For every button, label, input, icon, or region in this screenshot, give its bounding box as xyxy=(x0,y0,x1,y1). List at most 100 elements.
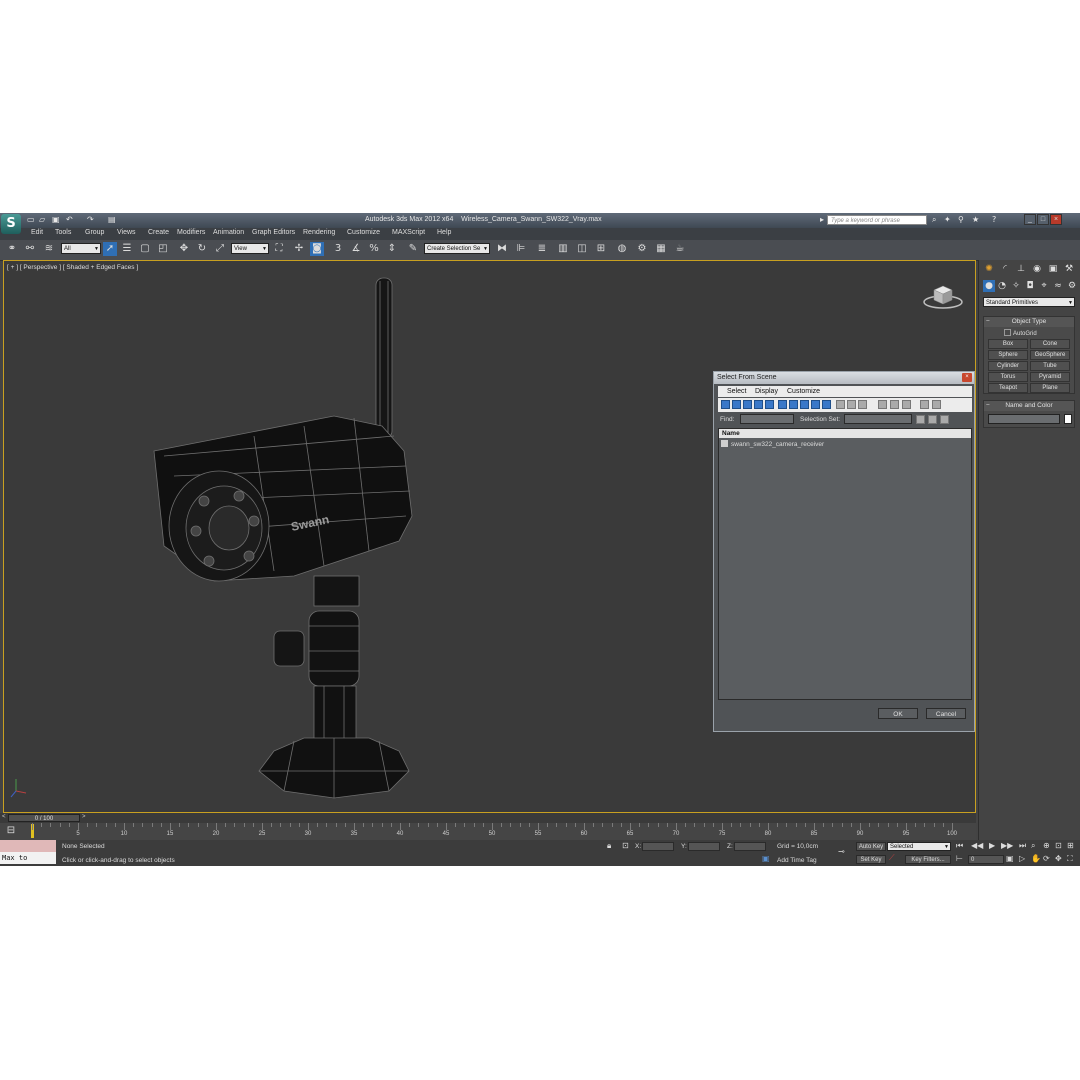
menu-edit[interactable]: Edit xyxy=(31,229,43,236)
z-coordinate-field[interactable] xyxy=(734,842,766,851)
menu-create[interactable]: Create xyxy=(148,229,169,236)
current-frame-field[interactable]: 0 xyxy=(968,855,1004,864)
keyboard-shortcut-override-icon[interactable]: ◙ xyxy=(310,242,324,256)
play-icon[interactable]: ▶ xyxy=(989,841,995,850)
unlink-icon[interactable]: ⚯ xyxy=(23,242,37,256)
save-file-icon[interactable]: ▣ xyxy=(52,215,60,225)
display-geometry-icon[interactable] xyxy=(721,400,730,409)
help-icon[interactable]: ? xyxy=(992,215,996,224)
display-frozen-icon[interactable] xyxy=(836,400,845,409)
expand-arrow-icon[interactable]: ▸ xyxy=(820,215,824,224)
object-color-swatch[interactable] xyxy=(1064,414,1072,424)
select-all-icon[interactable] xyxy=(878,400,887,409)
camera-wireframe-model[interactable]: Swann xyxy=(144,276,444,816)
name-column-header[interactable]: Name xyxy=(719,429,971,438)
add-time-tag[interactable]: Add Time Tag xyxy=(777,857,817,864)
create-tab-icon[interactable]: ✺ xyxy=(983,263,995,275)
select-object-icon[interactable]: ➚ xyxy=(103,242,117,256)
menu-group[interactable]: Group xyxy=(85,229,104,236)
favorites-star-icon[interactable]: ★ xyxy=(972,215,979,224)
selection-set-remove-icon[interactable] xyxy=(940,415,949,424)
render-production-icon[interactable]: ☕ xyxy=(673,242,687,256)
display-groups-icon[interactable] xyxy=(789,400,798,409)
mini-curve-editor-icon[interactable]: ⊟ xyxy=(4,824,18,838)
menu-maxscript[interactable]: MAXScript xyxy=(392,229,425,236)
helpers-icon[interactable]: ⌖ xyxy=(1038,280,1050,292)
selection-set-add-icon[interactable] xyxy=(928,415,937,424)
ok-button[interactable]: OK xyxy=(878,708,918,719)
time-slider-next-icon[interactable]: > xyxy=(82,814,86,820)
geometry-icon[interactable]: ● xyxy=(983,280,995,292)
cylinder-button[interactable]: Cylinder xyxy=(988,361,1028,371)
display-hidden-icon[interactable] xyxy=(847,400,856,409)
perspective-viewport[interactable]: [ + ] [ Perspective ] [ Shaded + Edged F… xyxy=(3,260,976,813)
pyramid-button[interactable]: Pyramid xyxy=(1030,372,1070,382)
open-file-icon[interactable]: ▱ xyxy=(39,215,45,225)
subscription-icon[interactable]: ✦ xyxy=(944,215,951,224)
menu-help[interactable]: Help xyxy=(437,229,451,236)
selection-lock-icon[interactable]: 🔒︎ xyxy=(607,841,611,851)
cone-button[interactable]: Cone xyxy=(1030,339,1070,349)
viewport-label[interactable]: [ + ] [ Perspective ] [ Shaded + Edged F… xyxy=(7,264,138,271)
selection-filter-dropdown[interactable]: All xyxy=(61,243,101,255)
display-all-icon[interactable] xyxy=(858,400,867,409)
select-and-move-icon[interactable]: ✥ xyxy=(177,242,191,256)
time-tag-icon[interactable]: ▣ xyxy=(762,854,770,863)
select-by-name-icon[interactable]: ☰ xyxy=(120,242,134,256)
shapes-icon[interactable]: ◔ xyxy=(996,280,1008,292)
align-icon[interactable]: ⊫ xyxy=(514,242,528,256)
auto-key-button[interactable]: Auto Key xyxy=(856,842,886,851)
select-manipulate-icon[interactable]: ✢ xyxy=(292,242,306,256)
key-filters-button[interactable]: Key Filters... xyxy=(905,855,951,864)
display-cameras-icon[interactable] xyxy=(754,400,763,409)
object-name-input[interactable] xyxy=(988,414,1060,424)
new-file-icon[interactable]: ▭ xyxy=(27,215,35,225)
key-mode-toggle-icon[interactable]: ⊢ xyxy=(956,854,963,863)
select-none-icon[interactable] xyxy=(890,400,899,409)
snaps-toggle-icon[interactable]: 3 xyxy=(331,242,345,256)
display-bones-icon[interactable] xyxy=(811,400,820,409)
pivot-center-icon[interactable]: ⛶ xyxy=(272,242,286,256)
orbit-icon[interactable]: ⟳ xyxy=(1043,854,1050,863)
object-type-header[interactable]: Object Type xyxy=(984,317,1074,327)
previous-frame-icon[interactable]: ◀◀ xyxy=(971,841,983,850)
display-tab-icon[interactable]: ▣ xyxy=(1047,263,1059,275)
maxscript-listener-input[interactable] xyxy=(0,840,56,852)
absolute-mode-icon[interactable]: ⊡ xyxy=(622,841,629,850)
sync-selection-icon[interactable] xyxy=(920,400,929,409)
redo-icon[interactable]: ↷ xyxy=(87,215,94,225)
bind-space-warp-icon[interactable]: ≋ xyxy=(42,242,56,256)
menu-modifiers[interactable]: Modifiers xyxy=(177,229,205,236)
dialog-menu-display[interactable]: Display xyxy=(755,388,778,395)
time-configuration-icon[interactable]: ▣ xyxy=(1006,854,1014,863)
modify-tab-icon[interactable]: ◜ xyxy=(999,263,1011,275)
space-warps-icon[interactable]: ≈ xyxy=(1052,280,1064,292)
communication-icon[interactable]: ⚲ xyxy=(958,215,964,224)
time-slider-prev-icon[interactable]: < xyxy=(2,814,6,820)
find-input[interactable] xyxy=(740,414,794,424)
go-to-end-icon[interactable]: ⏭ xyxy=(1019,841,1026,851)
minimize-button[interactable]: _ xyxy=(1024,214,1036,225)
time-slider[interactable]: < 0 / 100 > xyxy=(0,813,976,823)
display-lights-icon[interactable] xyxy=(743,400,752,409)
display-shapes-icon[interactable] xyxy=(732,400,741,409)
pan-view-icon[interactable]: ✋ xyxy=(1031,854,1041,863)
spinner-snap-icon[interactable]: ⇕ xyxy=(385,242,399,256)
y-coordinate-field[interactable] xyxy=(688,842,720,851)
reference-coordinate-dropdown[interactable]: View xyxy=(231,243,269,255)
geosphere-button[interactable]: GeoSphere xyxy=(1030,350,1070,360)
menu-tools[interactable]: Tools xyxy=(55,229,71,236)
edit-named-selection-icon[interactable]: ✎ xyxy=(406,242,420,256)
scene-object-list[interactable]: Name swann_sw322_camera_receiver xyxy=(718,428,972,700)
rendered-frame-window-icon[interactable]: ▦ xyxy=(654,242,668,256)
project-folder-icon[interactable]: ▤ xyxy=(108,215,116,225)
schematic-view-icon[interactable]: ⊞ xyxy=(594,242,608,256)
track-bar[interactable]: ⊟ 5 10 15 20 25 30 35 40 45 50 55 60 65 70 75 80 85 90 95 1… xyxy=(0,823,976,840)
render-setup-icon[interactable]: ⚙ xyxy=(635,242,649,256)
autogrid-checkbox[interactable]: AutoGrid xyxy=(1004,329,1037,337)
next-frame-icon[interactable]: ▶▶ xyxy=(1001,841,1013,850)
utilities-tab-icon[interactable]: ⚒ xyxy=(1063,263,1075,275)
select-and-rotate-icon[interactable]: ↻ xyxy=(195,242,209,256)
select-and-link-icon[interactable]: ⚭ xyxy=(5,242,19,256)
go-to-start-icon[interactable]: ⏮ xyxy=(956,841,963,851)
